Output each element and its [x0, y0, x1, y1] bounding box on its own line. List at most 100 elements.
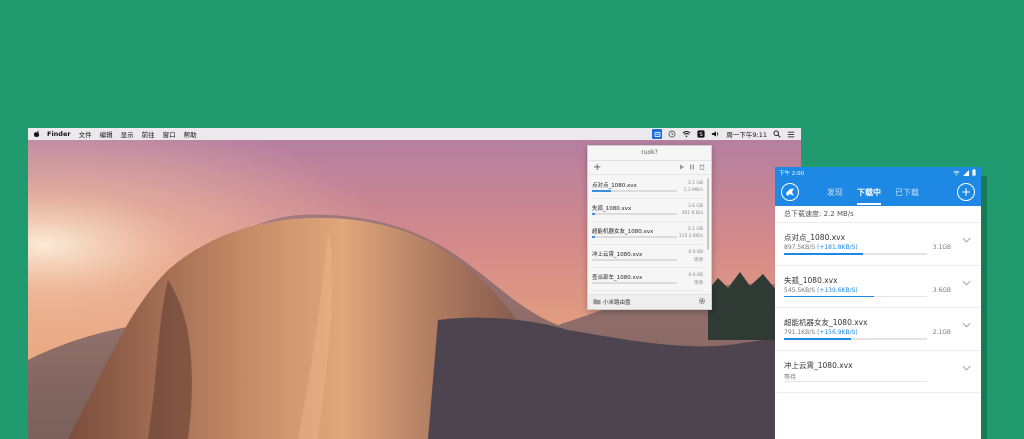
- menu-bar: Finder 文件 编辑 显示 前往 窗口 帮助 S 周一下午9:11: [28, 128, 801, 140]
- download-progress-bar: [784, 253, 927, 255]
- signal-icon: [963, 169, 969, 176]
- chevron-down-icon[interactable]: [962, 365, 971, 371]
- popover-download-item[interactable]: 查派部车_1080.xvx 0.0 KB 等待: [592, 268, 703, 291]
- download-name: 超能机器女友_1080.xvx: [784, 318, 868, 327]
- menu-file[interactable]: 文件: [79, 129, 92, 139]
- speed-increase: (+156.9KB/S): [816, 329, 858, 336]
- chevron-down-icon[interactable]: [962, 280, 971, 286]
- tab-discover[interactable]: 发现: [827, 179, 843, 206]
- pause-icon[interactable]: [689, 164, 695, 170]
- speed-value: 791.1KB/S: [784, 329, 816, 336]
- download-speed: 791.1KB/S (+156.9KB/S): [784, 329, 858, 336]
- popover-download-item[interactable]: 冲上云霄_1080.xvx 0.0 KB 等待: [592, 245, 703, 268]
- popover-download-item[interactable]: 失孤_1080.xvx 3.6 GB 301 K B/s: [592, 199, 703, 222]
- bird-logo-icon[interactable]: [781, 183, 799, 201]
- volume-icon[interactable]: [711, 130, 720, 138]
- gear-icon[interactable]: [698, 297, 706, 305]
- plus-icon: +: [960, 185, 972, 199]
- wifi-icon[interactable]: [682, 130, 691, 138]
- menu-go[interactable]: 前往: [142, 129, 155, 139]
- popover-toolbar: +: [588, 161, 711, 175]
- popover-file-size: 3.6 GB: [687, 204, 703, 209]
- speed-value: 等待: [784, 373, 797, 381]
- battery-icon: [972, 169, 976, 176]
- download-item[interactable]: 超能机器女友_1080.xvx 791.1KB/S (+156.9KB/S) 2…: [775, 308, 981, 351]
- popover-file-speed: 301 K B/s: [681, 211, 703, 216]
- download-speed: 等待: [784, 372, 796, 381]
- tab-indicator: [857, 203, 881, 205]
- menu-clock[interactable]: 周一下午9:11: [726, 129, 767, 139]
- chevron-down-icon[interactable]: [962, 237, 971, 243]
- phone-screen: 下午 2:00 发现 下载中 已下载 + 总下载速度: 2.2 MB/s 点对点…: [775, 167, 981, 439]
- popover-download-item[interactable]: 超能机器女友_1080.xvx 2.1 GB 115.2 KB/s: [592, 222, 703, 245]
- router-disk-label[interactable]: 小米路由盘: [603, 298, 631, 306]
- status-time: 下午 2:00: [779, 171, 805, 177]
- popover-footer: 小米路由盘: [588, 294, 711, 309]
- play-icon[interactable]: [679, 164, 685, 170]
- popover-file-name: 冲上云霄_1080.xvx: [592, 252, 643, 258]
- apple-icon[interactable]: [33, 130, 41, 138]
- add-download-button[interactable]: +: [957, 183, 975, 201]
- download-item[interactable]: 失孤_1080.xvx 545.5KB/S (+139.6KB/S) 3.6GB: [775, 266, 981, 308]
- popover-file-speed: 等待: [694, 281, 703, 286]
- tab-label: 下载中: [857, 188, 881, 197]
- popover-file-speed: 1.3 MB/s: [683, 188, 703, 193]
- download-size: 3.6GB: [932, 286, 951, 294]
- list-icon[interactable]: [787, 131, 795, 138]
- popover-progress-bar: [592, 236, 677, 238]
- download-name: 失孤_1080.xvx: [784, 275, 838, 285]
- tab-bar: 发现 下载中 已下载: [827, 179, 919, 206]
- download-progress-bar: [784, 295, 927, 297]
- download-speed: 545.5KB/S (+139.6KB/S): [784, 287, 858, 294]
- popover-file-size: 3.1 GB: [687, 181, 703, 186]
- speed-increase: (+139.6KB/S): [816, 286, 858, 294]
- tab-label: 发现: [827, 188, 843, 197]
- popover-file-size: 2.1 GB: [687, 227, 703, 232]
- menu-view[interactable]: 显示: [121, 129, 134, 139]
- plus-icon[interactable]: +: [593, 162, 601, 173]
- speed-value: 545.5KB/S: [784, 286, 816, 294]
- menu-window[interactable]: 窗口: [163, 129, 176, 139]
- menu-help[interactable]: 帮助: [184, 129, 197, 139]
- popover-progress-bar: [592, 213, 677, 215]
- status-icons: [953, 169, 976, 176]
- download-item[interactable]: 点对点_1080.xvx 897.5KB/S (+181.8KB/S) 3.1G…: [775, 223, 981, 266]
- download-popover: ruok? + 点对点_1080.xvx 3.1 GB 1.3 MB/s 失孤_…: [587, 145, 712, 310]
- popover-file-name: 查派部车_1080.xvx: [592, 275, 643, 281]
- popover-download-item[interactable]: 点对点_1080.xvx 3.1 GB 1.3 MB/s: [592, 176, 703, 199]
- popover-progress-bar: [592, 282, 677, 284]
- chevron-down-icon[interactable]: [962, 322, 971, 328]
- menu-finder[interactable]: Finder: [47, 130, 71, 138]
- popover-progress-bar: [592, 259, 677, 261]
- total-speed: 总下载速度: 2.2 MB/s: [775, 206, 981, 223]
- download-size: 3.1GB: [932, 244, 951, 251]
- speed-increase: (+181.8KB/S): [816, 244, 858, 251]
- app-bar: 发现 下载中 已下载 +: [775, 179, 981, 206]
- popover-scrollbar[interactable]: [707, 178, 709, 250]
- popover-file-name: 点对点_1080.xvx: [592, 183, 637, 189]
- menu-extras: S 周一下午9:11: [646, 128, 795, 140]
- popover-progress-bar: [592, 190, 677, 192]
- popover-file-size: 0.0 KB: [688, 250, 703, 255]
- folder-icon[interactable]: [593, 298, 601, 305]
- svg-text:S: S: [700, 132, 704, 138]
- popover-file-speed: 115.2 KB/s: [678, 234, 703, 239]
- download-progress-bar: [784, 338, 927, 340]
- skype-icon[interactable]: S: [697, 130, 705, 138]
- router-icon[interactable]: [652, 129, 663, 139]
- menu-edit[interactable]: 编辑: [100, 129, 113, 139]
- tab-label: 已下载: [895, 188, 919, 197]
- download-item[interactable]: 冲上云霄_1080.xvx 等待: [775, 351, 981, 393]
- trash-icon[interactable]: [699, 164, 705, 170]
- tab-downloaded[interactable]: 已下载: [895, 179, 919, 206]
- time-machine-icon[interactable]: [668, 130, 676, 138]
- status-bar: 下午 2:00: [775, 167, 981, 179]
- popover-download-list: 点对点_1080.xvx 3.1 GB 1.3 MB/s 失孤_1080.xvx…: [588, 176, 707, 291]
- wifi-icon: [953, 170, 960, 175]
- download-name: 点对点_1080.xvx: [784, 233, 846, 242]
- tab-downloading[interactable]: 下载中: [857, 179, 881, 206]
- download-speed: 897.5KB/S (+181.8KB/S): [784, 244, 858, 251]
- speed-value: 897.5KB/S: [784, 244, 816, 251]
- search-icon[interactable]: [773, 130, 781, 138]
- popover-file-speed: 等待: [694, 258, 703, 263]
